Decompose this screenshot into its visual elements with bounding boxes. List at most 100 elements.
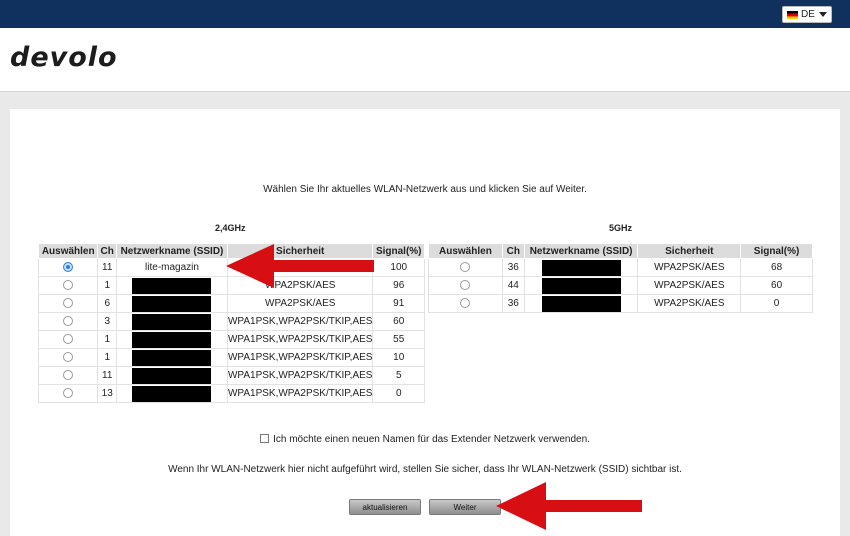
table-row[interactable]: 44 WPA2PSK/AES 60	[428, 276, 813, 295]
channel-cell: 36	[501, 258, 525, 277]
rename-checkbox[interactable]	[260, 434, 270, 443]
table-row[interactable]: 6 WPA2PSK/AES 91	[37, 294, 425, 313]
table-row[interactable]: 36 WPA2PSK/AES 0	[428, 294, 813, 313]
column-header: Sicherheit	[637, 243, 742, 259]
red-arrow-icon	[226, 244, 374, 288]
security-cell: WPA1PSK,WPA2PSK/TKIP,AES	[226, 312, 374, 331]
ssid-cell	[116, 294, 228, 313]
signal-cell: 5	[372, 366, 425, 385]
select-cell	[428, 276, 503, 295]
band-24-title: 2,4GHz	[215, 223, 246, 233]
ssid-cell	[523, 294, 639, 313]
table-header-row: Auswählen Ch Netzwerkname (SSID) Sicherheit…	[428, 243, 813, 259]
select-cell	[37, 312, 99, 331]
select-cell	[37, 330, 99, 349]
table-row[interactable]: 36 WPA2PSK/AES 68	[428, 258, 813, 277]
ssid-cell	[116, 276, 228, 295]
header: devolo	[0, 28, 850, 92]
ssid-cell: lite-magazin	[116, 258, 228, 277]
channel-cell: 11	[97, 366, 118, 385]
signal-cell: 68	[740, 258, 813, 277]
select-radio[interactable]	[63, 334, 74, 345]
intro-text: Wählen Sie Ihr aktuelles WLAN-Netzwerk a…	[263, 184, 587, 195]
devolo-logo: devolo	[10, 42, 118, 73]
select-radio[interactable]	[63, 298, 74, 309]
signal-cell: 100	[372, 258, 425, 277]
column-header: Ch	[501, 243, 525, 259]
redacted-ssid	[541, 295, 621, 312]
table-row[interactable]: 3 WPA1PSK,WPA2PSK/TKIP,AES 60	[37, 312, 425, 331]
column-header: Ch	[97, 243, 118, 259]
security-cell: WPA2PSK/AES	[226, 294, 374, 313]
channel-cell: 3	[97, 312, 118, 331]
channel-cell: 36	[501, 294, 525, 313]
security-cell: WPA2PSK/AES	[637, 294, 742, 313]
network-table-5ghz: Auswählen Ch Netzwerkname (SSID) Sicherheit…	[428, 243, 813, 313]
rename-option: Ich möchte einen neuen Namen für das Ext…	[10, 434, 840, 445]
select-radio[interactable]	[63, 352, 74, 363]
security-cell: WPA2PSK/AES	[637, 258, 742, 277]
channel-cell: 13	[97, 384, 118, 403]
ssid-cell	[523, 276, 639, 295]
band-5-title: 5GHz	[609, 223, 633, 233]
select-cell	[37, 294, 99, 313]
table-row[interactable]: 11 WPA1PSK,WPA2PSK/TKIP,AES 5	[37, 366, 425, 385]
select-radio[interactable]	[63, 316, 74, 327]
redacted-ssid	[132, 367, 212, 384]
column-header: Netzwerkname (SSID)	[523, 243, 639, 259]
select-cell	[428, 258, 503, 277]
ssid-cell	[116, 366, 228, 385]
channel-cell: 1	[97, 348, 118, 367]
refresh-button[interactable]: aktualisieren	[349, 499, 421, 515]
select-radio[interactable]	[63, 280, 74, 291]
channel-cell: 44	[501, 276, 525, 295]
rename-label: Ich möchte einen neuen Namen für das Ext…	[273, 434, 590, 445]
security-cell: WPA1PSK,WPA2PSK/TKIP,AES	[226, 348, 374, 367]
table-row[interactable]: 13 WPA1PSK,WPA2PSK/TKIP,AES 0	[37, 384, 425, 403]
column-header: Netzwerkname (SSID)	[116, 243, 228, 259]
ssid-cell	[523, 258, 639, 277]
redacted-ssid	[541, 259, 621, 276]
redacted-ssid	[132, 313, 212, 330]
redacted-ssid	[541, 277, 621, 294]
redacted-ssid	[132, 295, 212, 312]
language-selector[interactable]: DE	[782, 6, 832, 23]
column-header: Auswählen	[37, 243, 99, 259]
column-header: Auswählen	[428, 243, 503, 259]
channel-cell: 6	[97, 294, 118, 313]
signal-cell: 60	[740, 276, 813, 295]
visibility-note: Wenn Ihr WLAN-Netzwerk hier nicht aufgef…	[168, 464, 682, 475]
table-row[interactable]: 1 WPA1PSK,WPA2PSK/TKIP,AES 10	[37, 348, 425, 367]
security-cell: WPA1PSK,WPA2PSK/TKIP,AES	[226, 330, 374, 349]
caret-down-icon	[818, 12, 827, 17]
signal-cell: 0	[372, 384, 425, 403]
security-cell: WPA2PSK/AES	[637, 276, 742, 295]
signal-cell: 91	[372, 294, 425, 313]
select-radio[interactable]	[460, 280, 471, 291]
table-row[interactable]: 1 WPA1PSK,WPA2PSK/TKIP,AES 55	[37, 330, 425, 349]
redacted-ssid	[132, 331, 212, 348]
redacted-ssid	[132, 277, 212, 294]
select-cell	[37, 366, 99, 385]
content-panel: Wählen Sie Ihr aktuelles WLAN-Netzwerk a…	[10, 109, 840, 536]
select-radio[interactable]	[460, 262, 471, 273]
select-cell	[37, 258, 99, 277]
next-button[interactable]: Weiter	[429, 499, 501, 515]
column-header: Signal(%)	[372, 243, 425, 259]
german-flag-icon	[787, 10, 798, 19]
red-arrow-icon	[496, 482, 642, 530]
channel-cell: 1	[97, 330, 118, 349]
select-radio[interactable]	[460, 298, 471, 309]
ssid-cell	[116, 330, 228, 349]
redacted-ssid	[132, 349, 212, 366]
select-radio[interactable]	[63, 262, 74, 273]
select-radio[interactable]	[63, 388, 74, 399]
channel-cell: 11	[97, 258, 118, 277]
top-bar: DE	[0, 0, 850, 28]
column-header: Signal(%)	[740, 243, 813, 259]
select-cell	[37, 348, 99, 367]
security-cell: WPA1PSK,WPA2PSK/TKIP,AES	[226, 384, 374, 403]
select-radio[interactable]	[63, 370, 74, 381]
signal-cell: 60	[372, 312, 425, 331]
ssid-cell	[116, 312, 228, 331]
